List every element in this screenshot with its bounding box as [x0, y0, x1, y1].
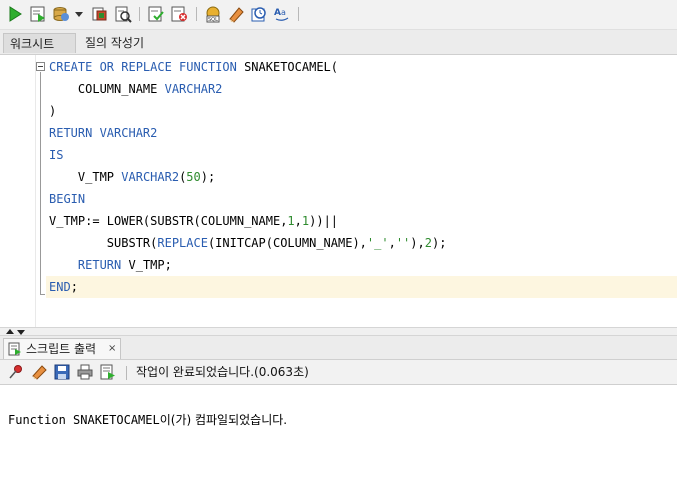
code-keyword: IS [49, 148, 64, 162]
fold-toggle-icon[interactable] [36, 62, 45, 71]
code-keyword: RETURN [77, 258, 122, 272]
code-line: RETURN VARCHAR2 [49, 122, 157, 144]
collapse-down-icon[interactable] [17, 330, 25, 335]
status-text: 작업이 완료되었습니다.(0.063초) [136, 365, 309, 379]
code-keyword: VARCHAR2 [121, 170, 180, 184]
toolbar-separator [298, 7, 299, 21]
code-line: RETURN V_TMP; [49, 254, 172, 276]
run-script-icon[interactable] [29, 5, 47, 23]
code-line: END; [49, 276, 78, 298]
panel-splitter[interactable] [0, 327, 677, 336]
code-token: ); [431, 236, 447, 250]
editor-gutter [0, 55, 36, 327]
worksheet-tabbar: 워크시트 질의 작성기 [0, 30, 677, 55]
svg-text:SQL: SQL [208, 17, 218, 23]
code-line: SUBSTR(REPLACE(INITCAP(COLUMN_NAME),'_',… [49, 232, 447, 254]
tab-worksheet-label: 워크시트 [10, 37, 55, 51]
code-line: V_TMP:= LOWER(SUBSTR(COLUMN_NAME,1,1))|| [49, 210, 338, 232]
code-token: COLUMN_NAME [77, 82, 165, 96]
tab-query-builder-label: 질의 작성기 [85, 36, 145, 50]
clear-output-icon[interactable] [31, 364, 47, 380]
code-line: BEGIN [49, 188, 85, 210]
expand-up-icon[interactable] [6, 329, 14, 334]
close-icon[interactable]: × [108, 339, 116, 359]
code-keyword: CREATE OR REPLACE FUNCTION [49, 60, 237, 74]
code-keyword: RETURN VARCHAR2 [49, 126, 158, 140]
script-output-content: Function SNAKETOCAMEL이(가) 컴파일되었습니다. [0, 385, 677, 489]
explain-plan-icon[interactable] [114, 5, 132, 23]
code-token: , [388, 236, 396, 250]
code-line: COLUMN_NAME VARCHAR2 [49, 78, 223, 100]
format-case-icon[interactable]: Aa [273, 5, 291, 23]
code-token: ); [200, 170, 216, 184]
output-message: Function SNAKETOCAMEL이(가) 컴파일되었습니다. [8, 411, 287, 429]
code-token: V_TMP; [121, 258, 172, 272]
code-token: ), [410, 236, 425, 250]
output-tabbar: 스크립트 출력 × [0, 336, 677, 360]
toolbar-separator [126, 366, 127, 380]
tab-script-output-label: 스크립트 출력 [26, 342, 97, 356]
code-token: ))|| [309, 214, 339, 228]
code-token: SNAKETOCAMEL( [236, 60, 338, 74]
tab-query-builder[interactable]: 질의 작성기 [79, 33, 150, 53]
svg-text:a: a [281, 8, 286, 17]
code-line: IS [49, 144, 63, 166]
save-icon[interactable] [54, 364, 70, 380]
code-token: V_TMP:= LOWER(SUBSTR(COLUMN_NAME, [49, 214, 288, 228]
history-icon[interactable] [250, 5, 268, 23]
code-keyword: BEGIN [49, 192, 86, 206]
sql-editor[interactable]: CREATE OR REPLACE FUNCTION SNAKETOCAMEL(… [0, 55, 677, 327]
main-toolbar: SQL Aa [0, 0, 677, 30]
output-toolbar: 작업이 완료되었습니다.(0.063초) [0, 360, 677, 385]
run-statement-icon[interactable] [6, 5, 24, 23]
commit-check-icon[interactable] [147, 5, 165, 23]
svg-text:A: A [274, 8, 281, 18]
print-icon[interactable] [77, 364, 93, 380]
dropdown-icon[interactable] [74, 5, 84, 23]
rollback-icon[interactable] [170, 5, 188, 23]
run-script-output-icon[interactable] [100, 364, 116, 380]
commit-icon[interactable] [52, 5, 70, 23]
code-line: ) [49, 100, 56, 122]
code-number: 2 [424, 236, 432, 250]
code-token: (INITCAP(COLUMN_NAME), [207, 236, 367, 250]
output-message-status: 이(가) 컴파일되었습니다. [159, 413, 288, 427]
toolbar-separator [139, 7, 140, 21]
script-output-icon [8, 342, 21, 356]
code-token: ) [49, 104, 57, 118]
clear-icon[interactable] [227, 5, 245, 23]
autotrace-icon[interactable] [91, 5, 109, 23]
code-keyword: END [49, 280, 71, 294]
output-message-function: Function SNAKETOCAMEL [8, 413, 160, 427]
pin-icon[interactable] [8, 364, 24, 380]
code-line: CREATE OR REPLACE FUNCTION SNAKETOCAMEL( [49, 56, 338, 78]
code-number: 50 [186, 170, 201, 184]
code-keyword: VARCHAR2 [164, 82, 223, 96]
sql-tuning-icon[interactable]: SQL [204, 5, 222, 23]
tab-script-output[interactable]: 스크립트 출력 × [3, 338, 121, 359]
code-token: SUBSTR( [106, 236, 158, 250]
toolbar-separator [196, 7, 197, 21]
code-number: 1 [287, 214, 295, 228]
current-line-highlight [46, 276, 677, 298]
code-string: '' [395, 236, 411, 250]
code-string: '_' [366, 236, 389, 250]
tab-worksheet[interactable]: 워크시트 [3, 33, 76, 53]
code-keyword: REPLACE [157, 236, 208, 250]
code-token: V_TMP [77, 170, 122, 184]
code-token: ; [70, 280, 78, 294]
fold-guide [40, 72, 41, 295]
code-token: , [294, 214, 302, 228]
fold-guide-end [40, 294, 45, 295]
code-line: V_TMP VARCHAR2(50); [49, 166, 215, 188]
